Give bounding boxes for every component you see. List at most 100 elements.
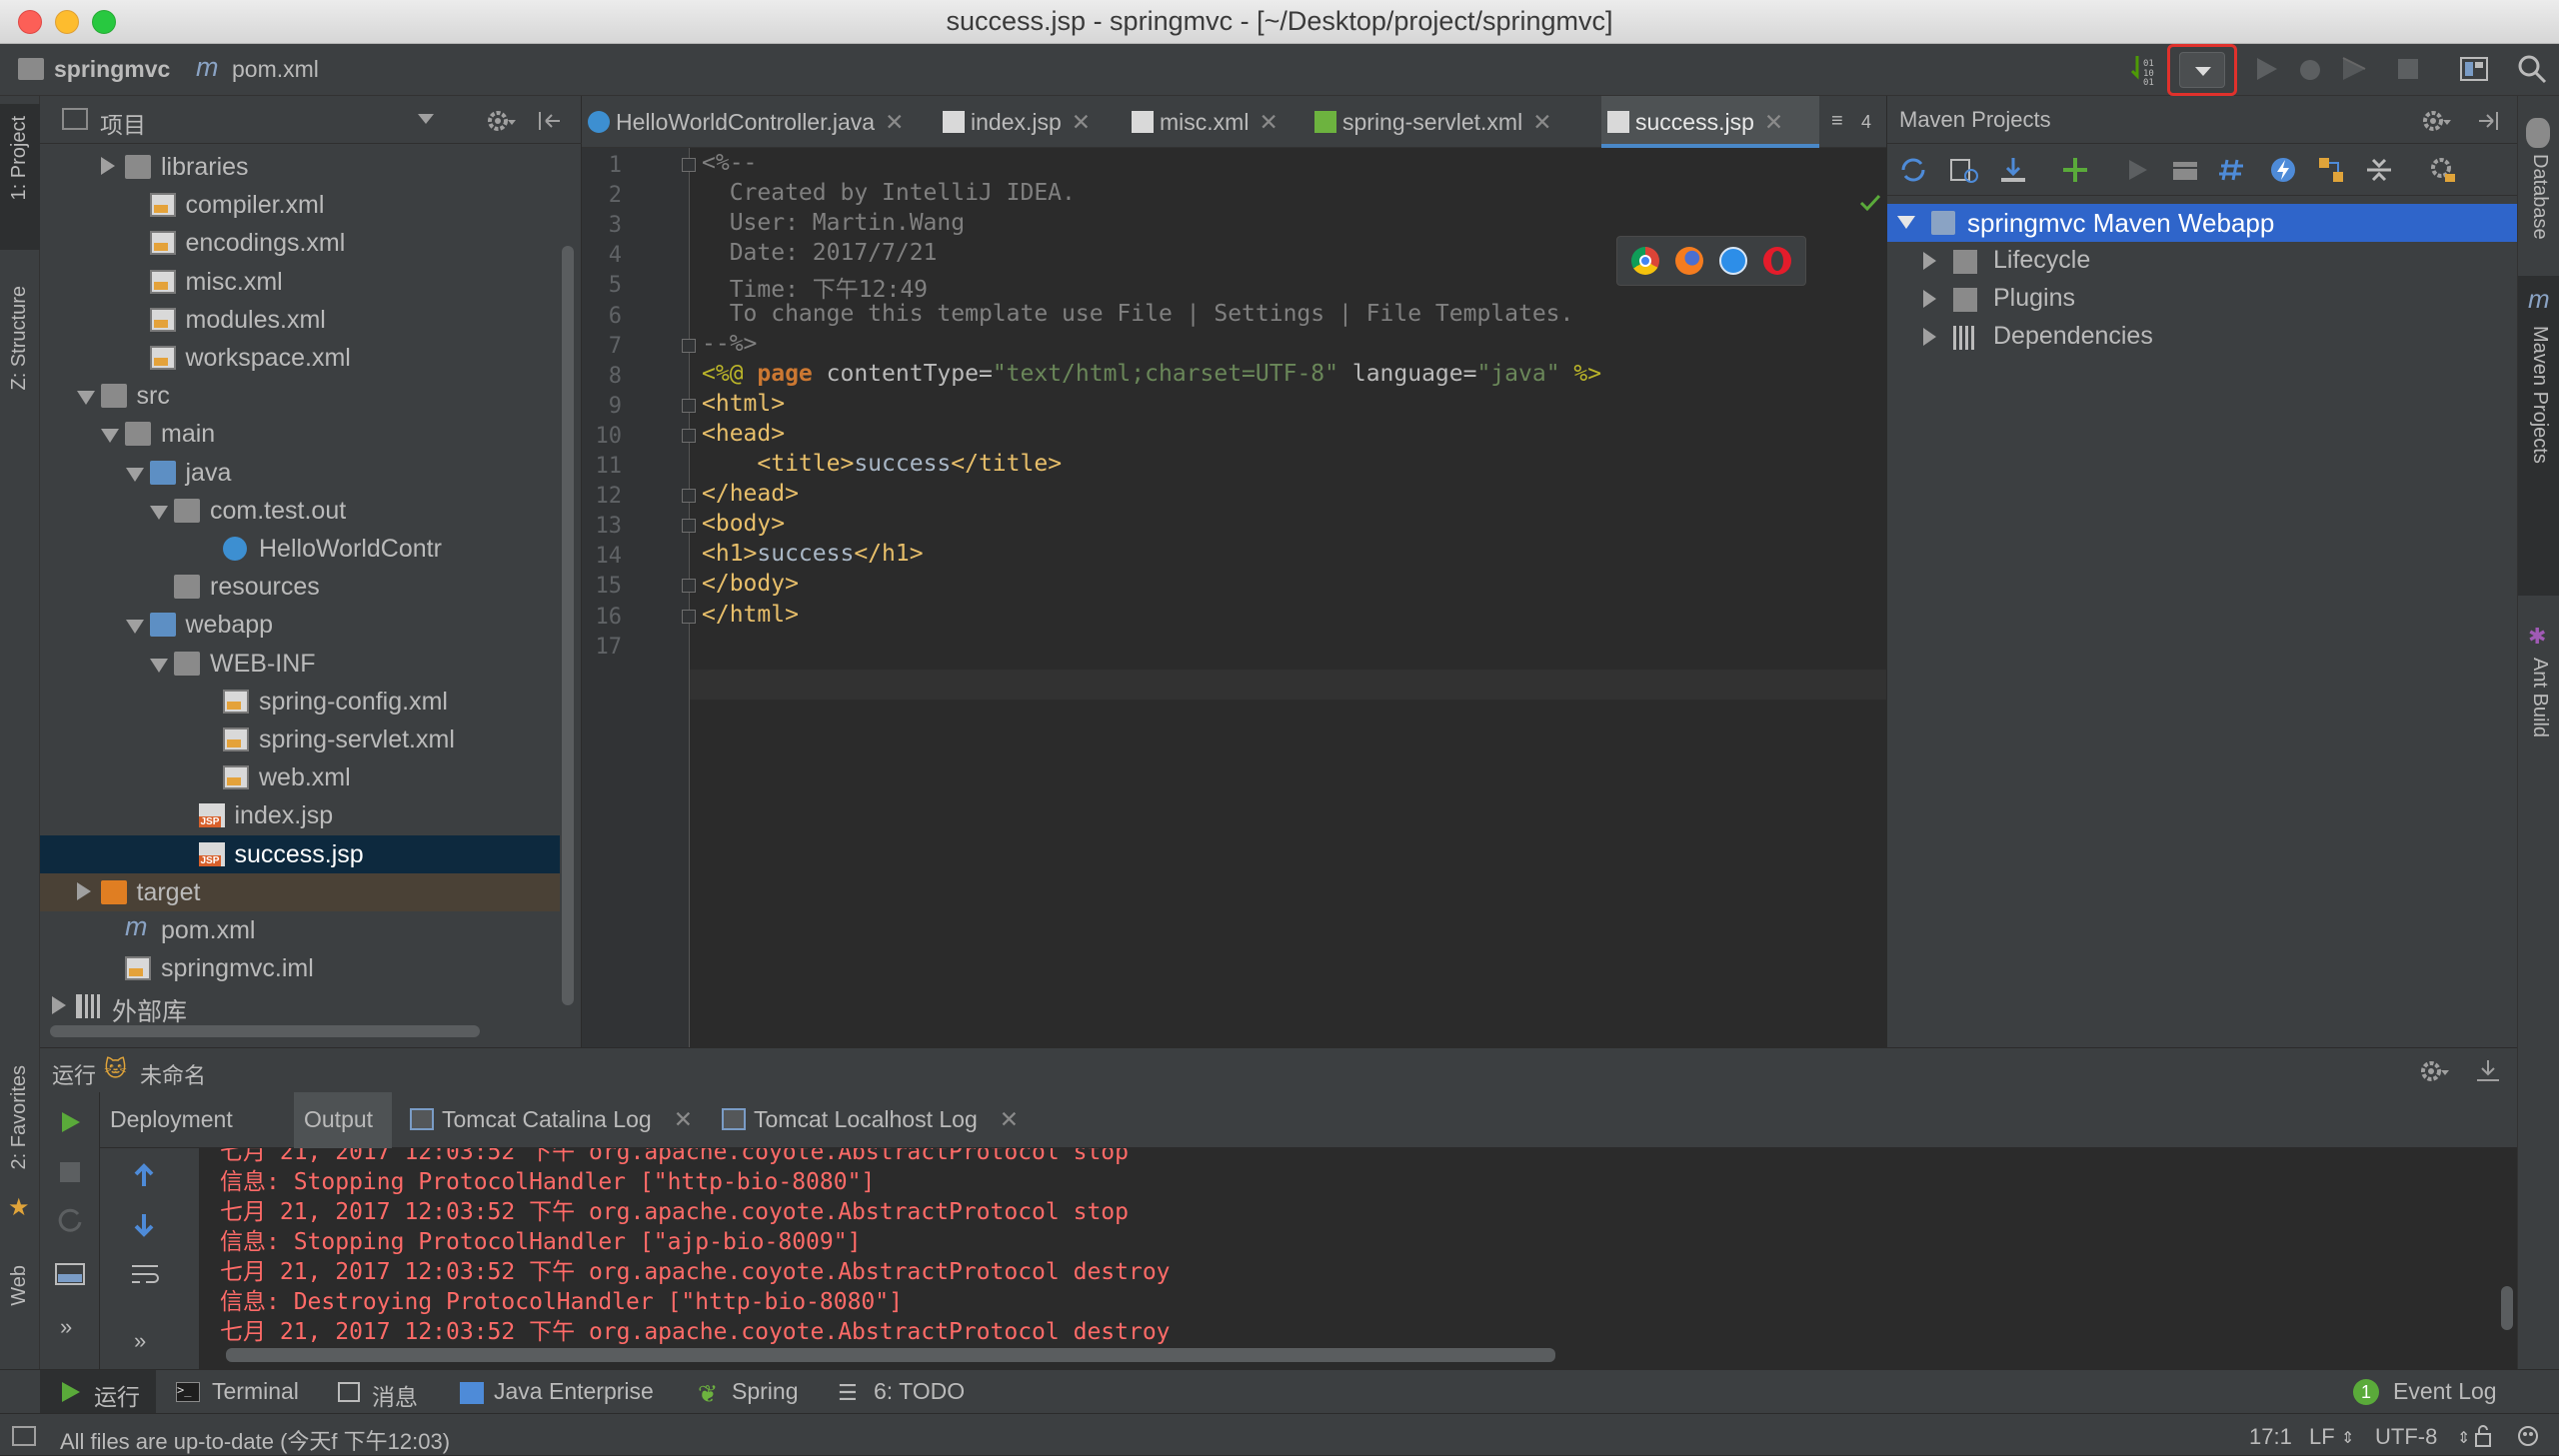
fold-marker-icon[interactable] <box>682 519 696 534</box>
tree-item[interactable]: 外部库 <box>40 987 560 1025</box>
maven-tool-tab[interactable]: Maven Projects <box>2528 326 2551 464</box>
chevron-right-icon[interactable] <box>1923 290 1936 308</box>
chevron-down-icon[interactable] <box>125 620 144 635</box>
tree-item[interactable]: index.jsp <box>40 796 560 834</box>
tab-output[interactable]: Output <box>294 1092 392 1148</box>
tree-item[interactable]: com.test.out <box>40 492 560 530</box>
chevron-down-icon[interactable] <box>150 505 168 520</box>
tree-item[interactable]: springmvc.iml <box>40 949 560 987</box>
execute-goal-icon[interactable] <box>2169 154 2201 186</box>
layout-icon[interactable] <box>54 1260 86 1288</box>
collapse-all-icon[interactable] <box>2363 154 2395 186</box>
chevron-down-icon[interactable] <box>101 429 119 444</box>
close-tab-icon[interactable]: ✕ <box>674 1106 693 1132</box>
tree-item[interactable]: workspace.xml <box>40 339 560 377</box>
hide-panel-icon[interactable] <box>2475 108 2501 134</box>
stop-icon[interactable] <box>2391 52 2425 86</box>
close-tab-icon[interactable]: ✕ <box>1072 109 1091 135</box>
firefox-icon[interactable] <box>1675 247 1703 275</box>
chevron-down-icon[interactable] <box>418 114 434 126</box>
fold-marker-icon[interactable] <box>682 158 696 172</box>
chevron-right-icon[interactable] <box>1923 328 1936 346</box>
fold-marker-icon[interactable] <box>682 398 696 413</box>
close-tab-icon[interactable]: ✕ <box>1532 109 1551 135</box>
run-tool-button[interactable]: 运行 <box>94 1378 140 1412</box>
tree-vertical-scrollbar[interactable] <box>562 246 574 1005</box>
search-icon[interactable] <box>2515 52 2549 86</box>
breadcrumb-project[interactable]: springmvc <box>54 56 170 83</box>
fold-marker-icon[interactable] <box>682 609 696 624</box>
maven-root-item[interactable]: springmvc Maven Webapp <box>1887 204 2518 242</box>
console-output[interactable]: 七月 21, 2017 12:03:52 下午 org.apache.coyot… <box>200 1148 2517 1370</box>
run-config-dropdown[interactable] <box>2179 52 2225 88</box>
generate-sources-icon[interactable] <box>1947 154 1979 186</box>
spring-tool-button[interactable]: Spring <box>732 1378 798 1405</box>
tree-item[interactable]: webapp <box>40 606 560 644</box>
maven-item-dependencies[interactable]: Dependencies <box>1887 318 2518 356</box>
console-horizontal-scrollbar[interactable] <box>226 1348 1555 1362</box>
gear-icon[interactable] <box>2419 1058 2449 1084</box>
tree-horizontal-scrollbar[interactable] <box>50 1025 480 1037</box>
tree-item[interactable]: encodings.xml <box>40 224 560 262</box>
add-icon[interactable] <box>2059 154 2091 186</box>
run-icon[interactable] <box>2249 52 2283 86</box>
maven-item-lifecycle[interactable]: Lifecycle <box>1887 242 2518 280</box>
run-config-name[interactable]: 未命名 <box>140 1058 206 1090</box>
soft-wrap-icon[interactable] <box>130 1260 162 1288</box>
project-view-title[interactable]: 项目 <box>100 106 146 140</box>
arrow-up-icon[interactable] <box>130 1162 158 1190</box>
tree-item[interactable]: WEB-INF <box>40 645 560 683</box>
tree-item[interactable]: HelloWorldContr <box>40 530 560 568</box>
toggle-tool-windows-icon[interactable] <box>12 1426 36 1446</box>
tab-spring-servlet-xml[interactable]: spring-servlet.xml ✕ <box>1308 96 1591 148</box>
tree-item[interactable]: web.xml <box>40 758 560 796</box>
caret-position[interactable]: 17:1 <box>2249 1424 2292 1450</box>
tree-item[interactable]: resources <box>40 568 560 606</box>
project-tool-tab[interactable]: 1: Project <box>8 116 31 200</box>
tree-item[interactable]: compiler.xml <box>40 186 560 224</box>
chevron-down-icon[interactable] <box>150 658 168 673</box>
skip-tests-icon[interactable] <box>2267 154 2299 186</box>
download-icon[interactable] <box>1997 154 2029 186</box>
web-tool-tab[interactable]: Web <box>8 1265 31 1306</box>
safari-icon[interactable] <box>1719 247 1747 275</box>
breadcrumb-file[interactable]: pom.xml <box>232 56 319 83</box>
chevron-down-icon[interactable] <box>125 467 144 482</box>
fold-marker-icon[interactable] <box>682 428 696 443</box>
tree-item[interactable]: main <box>40 415 560 453</box>
tab-success-jsp[interactable]: success.jsp ✕ <box>1601 96 1819 148</box>
tree-item[interactable]: target <box>40 872 560 911</box>
ant-build-tool-tab[interactable]: Ant Build <box>2528 658 2551 737</box>
tab-deployment[interactable]: Deployment <box>110 1092 243 1148</box>
chrome-icon[interactable] <box>1631 247 1659 275</box>
coverage-icon[interactable] <box>2337 52 2371 86</box>
messages-tool-button[interactable]: 消息 <box>372 1378 418 1412</box>
tab-misc-xml[interactable]: misc.xml ✕ <box>1126 96 1298 148</box>
event-log-tool-button[interactable]: Event Log <box>2393 1378 2497 1405</box>
lock-icon[interactable] <box>2473 1424 2493 1448</box>
toggle-offline-icon[interactable] <box>2217 154 2249 186</box>
file-encoding[interactable]: UTF-8 <box>2375 1424 2437 1450</box>
inspector-icon[interactable] <box>2515 1422 2541 1448</box>
terminal-tool-button[interactable]: Terminal <box>212 1378 299 1405</box>
chevron-down-icon[interactable] <box>1897 216 1915 230</box>
more-console-actions-icon[interactable]: » <box>134 1328 146 1354</box>
stop-icon[interactable] <box>56 1158 84 1186</box>
database-tool-tab[interactable]: Database <box>2528 154 2551 240</box>
tab-overflow-icon[interactable]: ≡ <box>1831 110 1843 133</box>
more-actions-icon[interactable]: » <box>60 1314 72 1340</box>
chevron-right-icon[interactable] <box>52 996 66 1015</box>
tree-item[interactable]: src <box>40 377 560 415</box>
reimport-icon[interactable] <box>1897 154 1929 186</box>
tree-item[interactable]: success.jsp <box>40 834 560 873</box>
tab-tomcat-localhost-log[interactable]: Tomcat Localhost Log ✕ <box>714 1092 1019 1148</box>
line-separator[interactable]: LF <box>2309 1424 2335 1450</box>
structure-tool-tab[interactable]: Z: Structure <box>8 286 31 390</box>
tab-helloworldcontroller-java[interactable]: HelloWorldController.java ✕ <box>582 96 927 148</box>
tab-index-jsp[interactable]: index.jsp ✕ <box>937 96 1116 148</box>
tree-item[interactable]: m pom.xml <box>40 911 560 949</box>
todo-tool-button[interactable]: 6: TODO <box>874 1378 965 1405</box>
maven-settings-icon[interactable] <box>2427 154 2459 186</box>
tree-item[interactable]: spring-servlet.xml <box>40 721 560 758</box>
close-tab-icon[interactable]: ✕ <box>1764 109 1783 135</box>
